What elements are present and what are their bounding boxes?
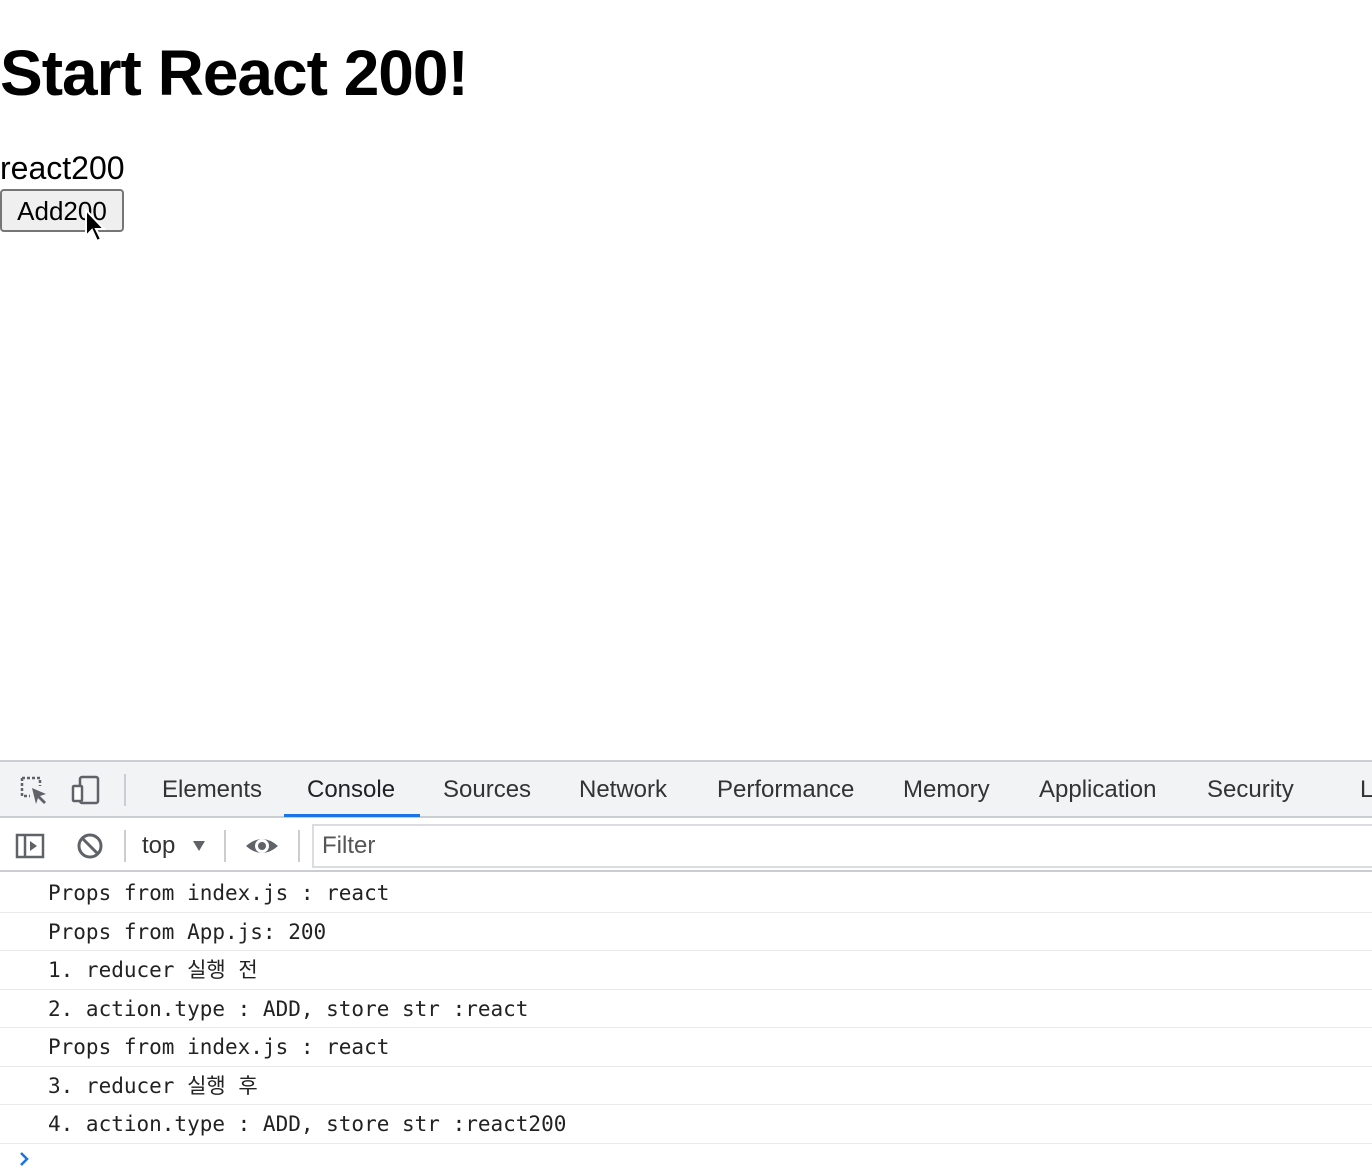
context-selector[interactable]: top [142, 830, 175, 862]
mouse-cursor-icon [85, 208, 107, 243]
toolbar-divider [224, 830, 226, 862]
active-tab-indicator [284, 814, 420, 817]
console-message: Props from App.js: 200 [0, 913, 1372, 951]
toolbar-divider [298, 830, 300, 862]
console-filter-input[interactable] [312, 824, 1372, 868]
console-prompt[interactable] [0, 1144, 1372, 1174]
tab-memory[interactable]: Memory [903, 762, 990, 818]
tab-console[interactable]: Console [307, 762, 395, 818]
prompt-chevron-icon [20, 1151, 29, 1166]
store-str-text: react200 [0, 150, 125, 186]
clear-console-icon[interactable] [74, 830, 106, 862]
chevron-down-icon [193, 841, 205, 851]
show-sidebar-icon[interactable] [14, 830, 46, 862]
console-message: Props from index.js : react [0, 874, 1372, 913]
eye-icon[interactable] [244, 830, 280, 862]
console-messages: Props from index.js : react Props from A… [0, 874, 1372, 1172]
devtools-tabbar: Elements Console Sources Network Perform… [0, 762, 1372, 818]
app-page: Start React 200! react200 Add200 [0, 0, 1372, 760]
devtools-panel: Elements Console Sources Network Perform… [0, 760, 1372, 1170]
toolbar-divider [124, 830, 126, 862]
tab-network[interactable]: Network [579, 762, 667, 818]
tab-elements[interactable]: Elements [162, 762, 262, 818]
console-message: 3. reducer 실행 후 [0, 1067, 1372, 1105]
console-message: 1. reducer 실행 전 [0, 951, 1372, 990]
console-message: 2. action.type : ADD, store str :react [0, 990, 1372, 1028]
page-title: Start React 200! [0, 37, 469, 109]
tab-application[interactable]: Application [1039, 762, 1156, 818]
console-message: 4. action.type : ADD, store str :react20… [0, 1105, 1372, 1144]
tab-sources[interactable]: Sources [443, 762, 531, 818]
device-toolbar-icon[interactable] [70, 774, 102, 806]
inspect-element-icon[interactable] [18, 774, 50, 806]
tab-performance[interactable]: Performance [717, 762, 854, 818]
console-toolbar: top [0, 820, 1372, 872]
tab-security[interactable]: Security [1207, 762, 1294, 818]
toolbar-divider [124, 774, 126, 806]
console-message: Props from index.js : react [0, 1028, 1372, 1067]
tab-lighthouse-truncated[interactable]: L [1360, 762, 1372, 818]
